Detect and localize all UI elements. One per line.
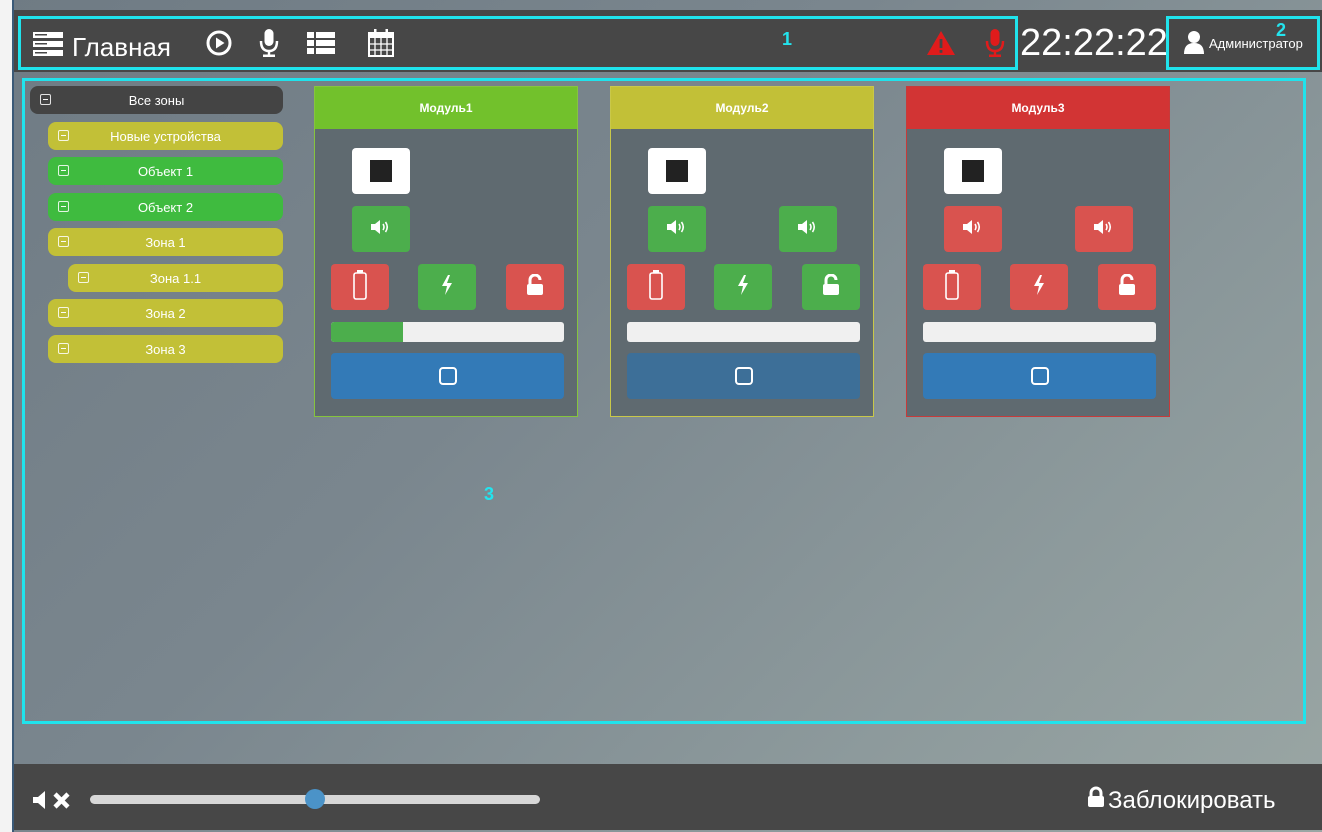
lock-button[interactable]: Заблокировать	[1086, 786, 1276, 815]
collapse-icon[interactable]	[78, 272, 89, 283]
power-bolt-icon	[440, 274, 454, 301]
battery-button[interactable]	[627, 264, 685, 310]
zone-item[interactable]: Объект 2	[48, 193, 283, 221]
region-2-outline	[1166, 16, 1320, 70]
collapse-icon[interactable]	[58, 236, 69, 247]
stop-icon	[962, 160, 984, 182]
volume-mute-icon	[32, 790, 78, 815]
unlock-icon	[1117, 273, 1137, 301]
module-action-button[interactable]	[331, 353, 564, 399]
unlock-button[interactable]	[1098, 264, 1156, 310]
unlock-button[interactable]	[506, 264, 564, 310]
stop-icon	[370, 160, 392, 182]
speaker-icon	[1093, 218, 1115, 241]
zone-item[interactable]: Зона 1.1	[68, 264, 283, 292]
progress-bar	[627, 322, 860, 342]
annotation-1: 1	[782, 29, 793, 49]
module-title: Модуль1	[315, 87, 577, 129]
zone-label: Зона 3	[145, 341, 186, 357]
lock-icon	[1086, 786, 1106, 815]
annotation-3: 3	[484, 484, 495, 504]
speaker-icon	[370, 218, 392, 241]
module-card: Модуль2	[610, 86, 874, 417]
stop-icon	[666, 160, 688, 182]
speaker-button[interactable]	[352, 206, 410, 252]
square-icon	[734, 367, 753, 385]
square-icon	[438, 367, 457, 385]
left-edge-line	[12, 0, 14, 832]
module-action-button[interactable]	[627, 353, 860, 399]
collapse-icon[interactable]	[58, 165, 69, 176]
mute-button[interactable]	[32, 790, 78, 815]
progress-bar	[331, 322, 564, 342]
app-window: Главная 22:22:22 Администратор 1 2 3 Все…	[0, 0, 1322, 832]
speaker-button[interactable]	[779, 206, 837, 252]
power-bolt-icon	[1032, 274, 1046, 301]
collapse-icon[interactable]	[58, 201, 69, 212]
battery-icon	[945, 269, 959, 305]
collapse-icon[interactable]	[58, 307, 69, 318]
speaker-button[interactable]	[1075, 206, 1133, 252]
progress-bar	[923, 322, 1156, 342]
region-1-outline	[18, 16, 1018, 70]
zone-label: Зона 1	[145, 234, 186, 250]
module-title: Модуль3	[907, 87, 1169, 129]
clock: 22:22:22	[1020, 22, 1168, 64]
speaker-button[interactable]	[648, 206, 706, 252]
module-card: Модуль1	[314, 86, 578, 417]
zone-label: Зона 1.1	[149, 270, 202, 286]
unlock-icon	[525, 273, 545, 301]
collapse-icon[interactable]	[58, 130, 69, 141]
volume-slider-handle[interactable]	[305, 789, 325, 809]
power-bolt-button[interactable]	[418, 264, 476, 310]
zone-item[interactable]: Объект 1	[48, 157, 283, 185]
collapse-icon[interactable]	[58, 343, 69, 354]
battery-button[interactable]	[923, 264, 981, 310]
speaker-icon	[666, 218, 688, 241]
square-icon	[1030, 367, 1049, 385]
stop-button[interactable]	[944, 148, 1002, 194]
battery-icon	[353, 269, 367, 305]
unlock-icon	[821, 273, 841, 301]
module-card: Модуль3	[906, 86, 1170, 417]
zone-label: Новые устройства	[110, 128, 221, 144]
speaker-icon	[797, 218, 819, 241]
lock-label: Заблокировать	[1108, 786, 1276, 814]
annotation-2: 2	[1276, 20, 1287, 40]
battery-icon	[649, 269, 663, 305]
zone-item[interactable]: Зона 3	[48, 335, 283, 363]
zone-label: Объект 2	[137, 199, 194, 215]
module-title: Модуль2	[611, 87, 873, 129]
stop-button[interactable]	[352, 148, 410, 194]
stop-button[interactable]	[648, 148, 706, 194]
power-bolt-button[interactable]	[714, 264, 772, 310]
zone-item[interactable]: Все зоны	[30, 86, 283, 114]
zone-label: Объект 1	[137, 163, 194, 179]
power-bolt-icon	[736, 274, 750, 301]
zone-item[interactable]: Новые устройства	[48, 122, 283, 150]
collapse-icon[interactable]	[40, 94, 51, 105]
battery-button[interactable]	[331, 264, 389, 310]
speaker-icon	[962, 218, 984, 241]
zone-item[interactable]: Зона 2	[48, 299, 283, 327]
unlock-button[interactable]	[802, 264, 860, 310]
zone-label: Все зоны	[128, 92, 185, 108]
zone-item[interactable]: Зона 1	[48, 228, 283, 256]
speaker-button[interactable]	[944, 206, 1002, 252]
power-bolt-button[interactable]	[1010, 264, 1068, 310]
zone-label: Зона 2	[145, 305, 186, 321]
progress-fill	[331, 322, 404, 342]
module-action-button[interactable]	[923, 353, 1156, 399]
